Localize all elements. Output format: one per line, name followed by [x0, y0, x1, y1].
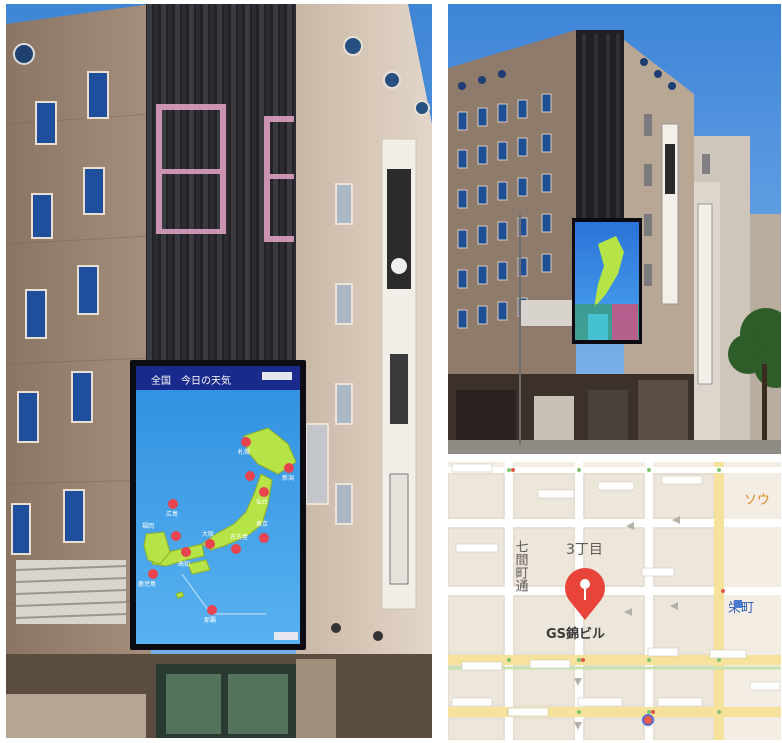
station-marker-icon: [734, 600, 742, 608]
building-photo-right: [448, 4, 781, 454]
city-label: 東京: [256, 520, 268, 528]
city-label: 福岡: [142, 522, 154, 530]
city-label: 新潟: [282, 474, 294, 482]
building-left-illustration: 全国 今日の天気 札幌 新潟 仙台 広島 東京 名古屋 福岡 大阪 高知 鹿児島…: [6, 4, 432, 738]
street-label: 七間町通: [513, 540, 529, 592]
street-map[interactable]: 七間町通 3丁目 GS錦ビル 栄町 ソウ: [448, 462, 781, 740]
city-label: 大阪: [202, 530, 214, 538]
screen-header: 全国 今日の天気: [151, 374, 231, 387]
city-label: 仙台: [256, 498, 268, 506]
city-label: 那覇: [204, 616, 216, 624]
building-right-illustration: [448, 4, 781, 454]
city-label: 名古屋: [230, 533, 248, 541]
weather-screen: 全国 今日の天気 札幌 新潟 仙台 広島 東京 名古屋 福岡 大阪 高知 鹿児島…: [130, 360, 306, 650]
area-label: ソウ: [744, 493, 770, 508]
city-label: 札幌: [238, 448, 250, 456]
poi-marker-icon: [642, 714, 654, 726]
city-label: 鹿児島: [138, 580, 156, 588]
map-panel[interactable]: 七間町通 3丁目 GS錦ビル 栄町 ソウ: [448, 462, 781, 740]
district-label: 3丁目: [566, 542, 603, 558]
building-label: GS錦ビル: [546, 626, 605, 642]
balcony-slats: [15, 560, 127, 624]
city-label: 高知: [178, 560, 190, 568]
building-photo-left: 全国 今日の天気 札幌 新潟 仙台 広島 東京 名古屋 福岡 大阪 高知 鹿児島…: [6, 4, 432, 738]
weather-screen-distant: [572, 218, 642, 344]
city-label: 広島: [166, 510, 178, 518]
